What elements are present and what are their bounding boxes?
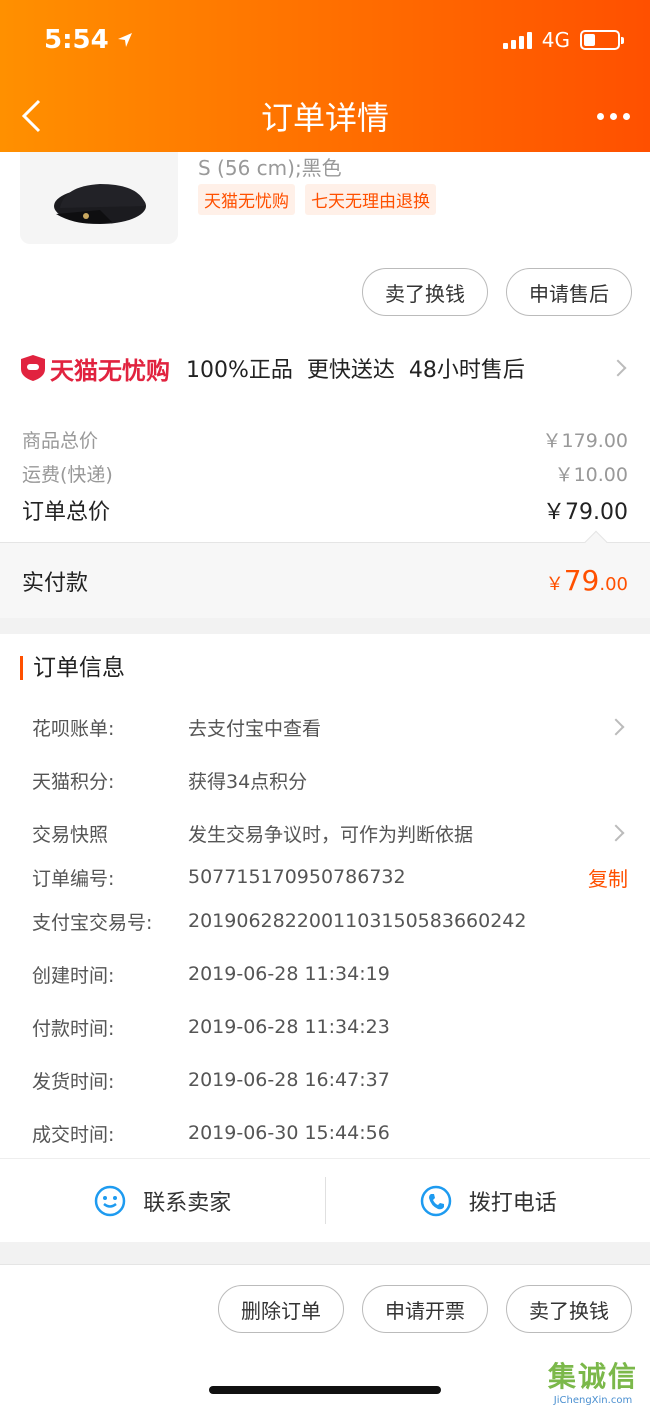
sell-button[interactable]: 卖了换钱 xyxy=(506,1285,632,1333)
order-total-value: ￥79.00 xyxy=(543,500,628,525)
order-info: 订单信息 花呗账单: 去支付宝中查看 天猫积分: 获得34点积分 交易快照 发生… xyxy=(0,634,650,1158)
tag-seven-day-return: 七天无理由退换 xyxy=(305,184,436,215)
tmall-logo: 天猫无忧购 xyxy=(20,351,170,386)
request-invoice-button[interactable]: 申请开票 xyxy=(362,1285,488,1333)
huabei-bill-row[interactable]: 花呗账单: 去支付宝中查看 xyxy=(32,712,628,742)
paid-label: 实付款 xyxy=(22,570,89,596)
guarantee-points: 100%正品 更快送达 48小时售后 xyxy=(186,352,525,384)
chevron-right-icon xyxy=(609,359,627,377)
bottom-actions: 删除订单 申请开票 卖了换钱 xyxy=(218,1285,632,1333)
delete-order-button[interactable]: 删除订单 xyxy=(218,1285,344,1333)
price-summary: 商品总价 ￥179.00 运费(快递) ￥10.00 订单总价 ￥79.00 xyxy=(0,404,650,542)
trade-snapshot-row[interactable]: 交易快照 发生交易争议时，可作为判断依据 xyxy=(32,818,628,848)
battery-icon xyxy=(580,30,624,50)
goods-total-value: ￥179.00 xyxy=(542,429,628,452)
guarantee-point: 更快送达 xyxy=(306,358,395,383)
shipping-row: 运费(快递) ￥10.00 xyxy=(22,456,628,490)
product-spec: S (56 cm);黑色 xyxy=(198,156,342,180)
guarantee-point: 48小时售后 xyxy=(408,358,525,383)
product-tags: 天猫无忧购 七天无理由退换 xyxy=(198,184,436,215)
created-time-row: 创建时间: 2019-06-28 11:34:19 xyxy=(32,963,390,987)
home-indicator[interactable] xyxy=(209,1386,441,1394)
shipping-label: 运费(快递) xyxy=(22,463,113,486)
status-right: 4G xyxy=(502,28,624,52)
phone-icon xyxy=(420,1185,451,1216)
tag-worry-free: 天猫无忧购 xyxy=(198,184,295,215)
tmall-guarantee[interactable]: 天猫无忧购 100%正品 更快送达 48小时售后 xyxy=(0,332,650,404)
guarantee-point: 100%正品 xyxy=(186,358,293,383)
contact-bar: 联系卖家 拨打电话 xyxy=(0,1158,650,1242)
copy-button[interactable]: 复制 xyxy=(588,863,628,892)
chevron-right-icon xyxy=(607,718,625,736)
paid-amount-row: 实付款 ￥79.00 xyxy=(0,530,650,618)
tmall-shield-icon xyxy=(21,355,45,381)
network-label: 4G xyxy=(541,28,570,52)
contact-seller-button[interactable]: 联系卖家 xyxy=(0,1159,325,1242)
order-total-row: 订单总价 ￥79.00 xyxy=(22,490,628,530)
goods-total-label: 商品总价 xyxy=(22,429,99,452)
after-sales-button[interactable]: 申请售后 xyxy=(506,268,632,316)
paid-time-row: 付款时间: 2019-06-28 11:34:23 xyxy=(32,1016,390,1040)
sell-button[interactable]: 卖了换钱 xyxy=(362,268,488,316)
page-title: 订单详情 xyxy=(260,99,389,137)
chat-face-icon xyxy=(94,1185,126,1216)
location-arrow-icon xyxy=(117,33,132,47)
watermark-logo: 集诚信 JiChengXin.com xyxy=(547,1360,638,1406)
order-number-row: 订单编号: 507715170950786732 复制 xyxy=(32,862,628,892)
alipay-trade-row: 支付宝交易号: 2019062822001103150583660242 xyxy=(32,910,527,934)
status-bar: 5:54 4G xyxy=(0,0,650,80)
shipping-value: ￥10.00 xyxy=(554,463,628,486)
call-phone-label: 拨打电话 xyxy=(468,1190,557,1216)
nav-bar: 订单详情 xyxy=(0,80,650,152)
contact-seller-label: 联系卖家 xyxy=(143,1190,232,1216)
bottom-action-bar: 删除订单 申请开票 卖了换钱 集诚信 JiChengXin.com xyxy=(0,1264,650,1407)
tmall-points-row: 天猫积分: 获得34点积分 xyxy=(32,770,308,793)
shipped-time-row: 发货时间: 2019-06-28 16:47:37 xyxy=(32,1069,390,1093)
order-info-title: 订单信息 xyxy=(20,656,125,680)
paid-amount: ￥79.00 xyxy=(545,564,628,597)
chevron-right-icon xyxy=(607,824,625,842)
completed-time-row: 成交时间: 2019-06-30 15:44:56 xyxy=(32,1122,390,1146)
tmall-brand-label: 天猫无忧购 xyxy=(50,356,170,385)
order-total-label: 订单总价 xyxy=(22,500,111,525)
signal-icon xyxy=(502,31,532,49)
call-phone-button[interactable]: 拨打电话 xyxy=(326,1159,650,1242)
goods-total-row: 商品总价 ￥179.00 xyxy=(22,422,628,456)
product-image[interactable] xyxy=(20,136,178,244)
header: 5:54 4G 订单详情 xyxy=(0,0,650,152)
status-time: 5:54 xyxy=(44,25,133,55)
product-actions: 卖了换钱 申请售后 xyxy=(362,268,632,316)
